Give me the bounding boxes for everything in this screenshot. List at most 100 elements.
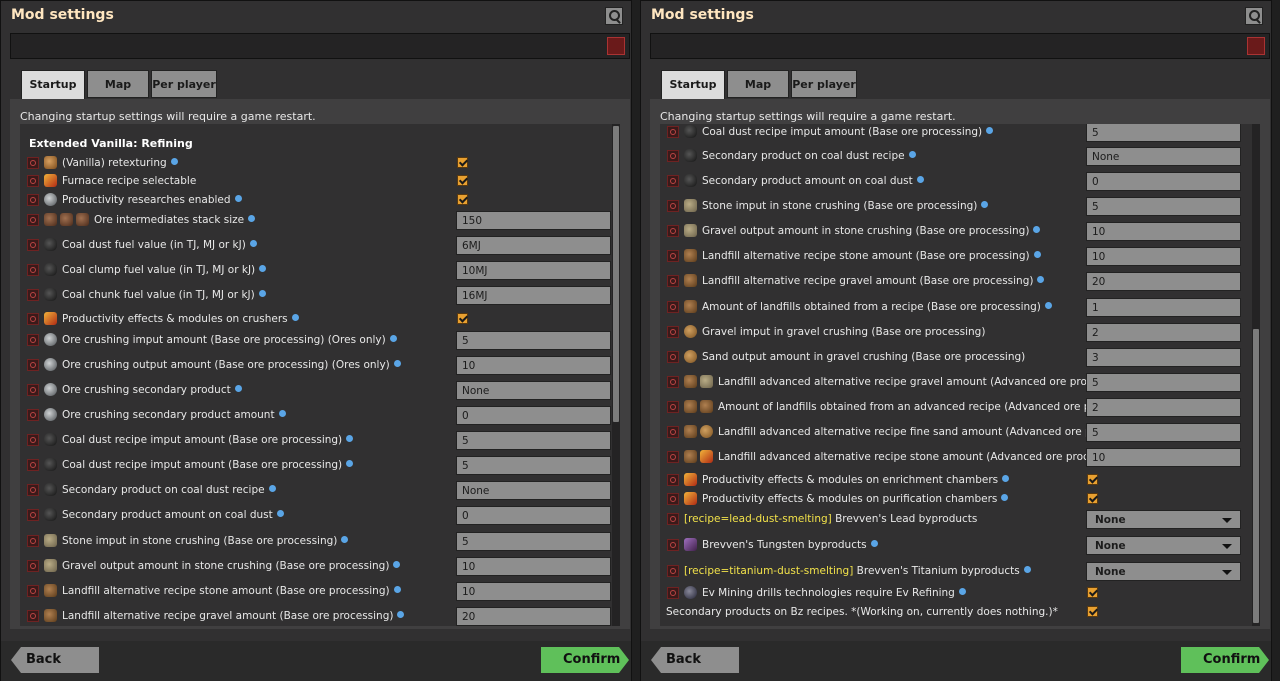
search-icon[interactable] (605, 7, 623, 25)
reset-to-default-button[interactable] (27, 509, 39, 521)
setting-checkbox[interactable] (1087, 474, 1098, 485)
setting-checkbox[interactable] (457, 313, 468, 324)
setting-value-field[interactable]: 10 (456, 557, 611, 576)
setting-value-field[interactable]: 0 (456, 506, 611, 525)
search-icon[interactable] (1245, 7, 1263, 25)
reset-to-default-button[interactable] (27, 194, 39, 206)
setting-value-field[interactable]: 10 (456, 582, 611, 601)
setting-value-field[interactable]: 16MJ (456, 286, 611, 305)
reset-to-default-button[interactable] (667, 326, 679, 338)
tab-startup[interactable]: Startup (661, 70, 725, 100)
setting-value-field[interactable]: 10 (1086, 222, 1241, 241)
close-filter-button[interactable] (1247, 37, 1265, 55)
setting-value-field[interactable]: 20 (456, 607, 611, 626)
tab-startup[interactable]: Startup (21, 70, 85, 100)
setting-value-field[interactable]: 0 (1086, 172, 1241, 191)
setting-value-field[interactable]: 5 (456, 331, 611, 350)
setting-value-field[interactable]: 5 (1086, 373, 1241, 392)
reset-to-default-button[interactable] (27, 313, 39, 325)
setting-value-field[interactable]: 6MJ (456, 236, 611, 255)
settings-list[interactable]: Extended Vanilla: Refining (Vanilla) ret… (20, 124, 620, 626)
scrollbar[interactable] (1252, 124, 1260, 626)
setting-value-field[interactable]: 10 (1086, 448, 1241, 467)
tab-per-player[interactable]: Per player (151, 70, 217, 98)
setting-value-field[interactable]: 5 (456, 456, 611, 475)
setting-value-field[interactable]: 5 (1086, 197, 1241, 216)
reset-to-default-button[interactable] (27, 157, 39, 169)
scrollbar-thumb[interactable] (613, 126, 619, 422)
reset-to-default-button[interactable] (27, 334, 39, 346)
confirm-button[interactable]: Confirm (541, 647, 629, 673)
reset-to-default-button[interactable] (667, 451, 679, 463)
reset-to-default-button[interactable] (667, 351, 679, 363)
back-button[interactable]: Back (651, 647, 739, 673)
reset-to-default-button[interactable] (27, 484, 39, 496)
reset-to-default-button[interactable] (27, 560, 39, 572)
setting-value-field[interactable]: 5 (1086, 124, 1241, 142)
confirm-button[interactable]: Confirm (1181, 647, 1269, 673)
setting-value-field[interactable]: 5 (456, 532, 611, 551)
setting-value-field[interactable]: 10MJ (456, 261, 611, 280)
reset-to-default-button[interactable] (667, 426, 679, 438)
reset-to-default-button[interactable] (667, 401, 679, 413)
reset-to-default-button[interactable] (667, 493, 679, 505)
reset-to-default-button[interactable] (667, 175, 679, 187)
tab-map[interactable]: Map (87, 70, 149, 98)
setting-value-field[interactable]: 2 (1086, 398, 1241, 417)
setting-dropdown[interactable]: None (1086, 510, 1241, 529)
reset-to-default-button[interactable] (667, 275, 679, 287)
setting-value-field[interactable]: 0 (456, 406, 611, 425)
tab-map[interactable]: Map (727, 70, 789, 98)
setting-dropdown[interactable]: None (1086, 536, 1241, 555)
setting-value-field[interactable]: 10 (1086, 247, 1241, 266)
reset-to-default-button[interactable] (667, 301, 679, 313)
reset-to-default-button[interactable] (27, 610, 39, 622)
setting-checkbox[interactable] (457, 175, 468, 186)
reset-to-default-button[interactable] (667, 539, 679, 551)
reset-to-default-button[interactable] (667, 225, 679, 237)
setting-value-field[interactable]: 3 (1086, 348, 1241, 367)
setting-value-field[interactable]: 1 (1086, 298, 1241, 317)
reset-to-default-button[interactable] (667, 250, 679, 262)
reset-to-default-button[interactable] (667, 565, 679, 577)
reset-to-default-button[interactable] (27, 384, 39, 396)
reset-to-default-button[interactable] (667, 200, 679, 212)
setting-checkbox[interactable] (457, 157, 468, 168)
reset-to-default-button[interactable] (27, 214, 39, 226)
reset-to-default-button[interactable] (27, 459, 39, 471)
reset-to-default-button[interactable] (667, 150, 679, 162)
close-filter-button[interactable] (607, 37, 625, 55)
filter-bar[interactable] (650, 33, 1270, 59)
setting-value-field[interactable]: None (1086, 147, 1241, 166)
reset-to-default-button[interactable] (667, 126, 679, 138)
setting-checkbox[interactable] (1087, 493, 1098, 504)
setting-dropdown[interactable]: None (1086, 562, 1241, 581)
back-button[interactable]: Back (11, 647, 99, 673)
reset-to-default-button[interactable] (667, 513, 679, 525)
reset-to-default-button[interactable] (27, 264, 39, 276)
reset-to-default-button[interactable] (667, 474, 679, 486)
setting-value-field[interactable]: 2 (1086, 323, 1241, 342)
setting-value-field[interactable]: 20 (1086, 272, 1241, 291)
setting-value-field[interactable]: 5 (1086, 423, 1241, 442)
settings-list[interactable]: Coal dust recipe imput amount (Base ore … (660, 124, 1260, 626)
setting-checkbox[interactable] (1087, 606, 1098, 617)
setting-value-field[interactable]: 10 (456, 356, 611, 375)
scrollbar[interactable] (612, 124, 620, 626)
reset-to-default-button[interactable] (27, 409, 39, 421)
reset-to-default-button[interactable] (667, 587, 679, 599)
filter-bar[interactable] (10, 33, 630, 59)
setting-value-field[interactable]: None (456, 481, 611, 500)
reset-to-default-button[interactable] (667, 376, 679, 388)
reset-to-default-button[interactable] (27, 175, 39, 187)
setting-value-field[interactable]: 5 (456, 431, 611, 450)
reset-to-default-button[interactable] (27, 289, 39, 301)
scrollbar-thumb[interactable] (1253, 329, 1259, 623)
setting-value-field[interactable]: 150 (456, 211, 611, 230)
setting-checkbox[interactable] (1087, 587, 1098, 598)
reset-to-default-button[interactable] (27, 585, 39, 597)
reset-to-default-button[interactable] (27, 535, 39, 547)
tab-per-player[interactable]: Per player (791, 70, 857, 98)
reset-to-default-button[interactable] (27, 239, 39, 251)
reset-to-default-button[interactable] (27, 359, 39, 371)
